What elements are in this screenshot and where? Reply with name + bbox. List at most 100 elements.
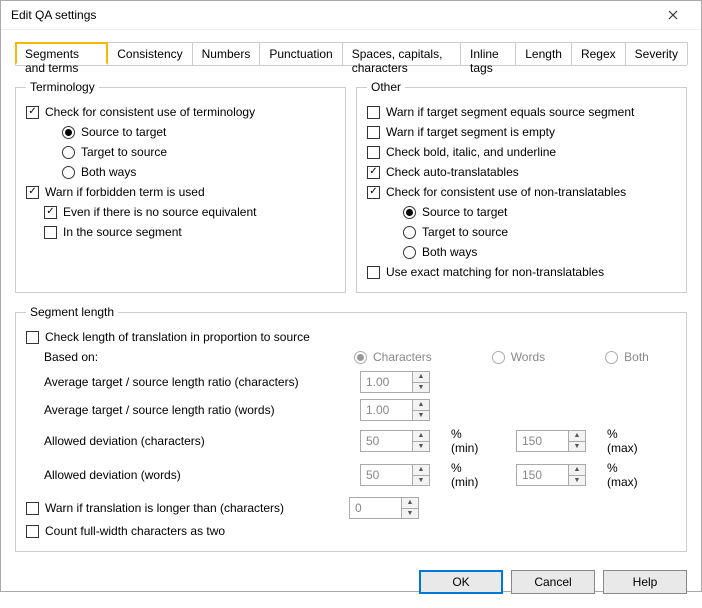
avg-ratio-chars-spinner[interactable]: ▲▼ xyxy=(360,371,445,393)
tab-inline-tags[interactable]: Inline tags xyxy=(460,42,516,65)
check-exact-matching-label: Use exact matching for non-translatables xyxy=(386,265,604,279)
titlebar: Edit QA settings xyxy=(1,1,701,30)
check-exact-matching[interactable] xyxy=(367,266,380,279)
allowed-dev-chars-label: Allowed deviation (characters) xyxy=(44,434,354,448)
spin-down-icon[interactable]: ▼ xyxy=(413,382,429,393)
check-auto-translatables-label: Check auto-translatables xyxy=(386,165,519,179)
check-warn-longer-label: Warn if translation is longer than (char… xyxy=(45,501,337,515)
terminology-group: Terminology ✓ Check for consistent use o… xyxy=(15,80,346,293)
check-consistent-terminology-label: Check for consistent use of terminology xyxy=(45,105,255,119)
dev-chars-max-spinner[interactable]: ▲▼ xyxy=(516,430,601,452)
dialog-content: Segments and terms Consistency Numbers P… xyxy=(1,30,701,562)
check-length-proportion[interactable] xyxy=(26,331,39,344)
spin-down-icon[interactable]: ▼ xyxy=(413,475,429,486)
radio-nt-target-source[interactable] xyxy=(403,226,416,239)
avg-ratio-words-label: Average target / source length ratio (wo… xyxy=(44,403,354,417)
segment-length-group: Segment length Check length of translati… xyxy=(15,305,687,552)
radio-term-target-source[interactable] xyxy=(62,146,75,159)
avg-ratio-words-input[interactable] xyxy=(360,399,412,421)
tab-numbers[interactable]: Numbers xyxy=(192,42,261,65)
tab-regex[interactable]: Regex xyxy=(571,42,626,65)
spin-down-icon[interactable]: ▼ xyxy=(402,508,418,519)
terminology-legend: Terminology xyxy=(26,80,99,94)
close-button[interactable] xyxy=(653,1,693,29)
based-on-label: Based on: xyxy=(44,350,354,364)
radio-nt-both-ways-label: Both ways xyxy=(422,245,477,259)
spin-up-icon[interactable]: ▲ xyxy=(413,465,429,475)
dev-words-min-input[interactable] xyxy=(360,464,412,486)
dialog-footer: OK Cancel Help xyxy=(1,562,701,608)
radio-term-source-target-label: Source to target xyxy=(81,125,166,139)
radio-term-both-ways[interactable] xyxy=(62,166,75,179)
spin-up-icon[interactable]: ▲ xyxy=(569,465,585,475)
radio-basedon-words-label: Words xyxy=(511,350,545,364)
radio-term-both-ways-label: Both ways xyxy=(81,165,136,179)
dev-chars-min-spinner[interactable]: ▲▼ xyxy=(360,430,445,452)
avg-ratio-chars-label: Average target / source length ratio (ch… xyxy=(44,375,354,389)
spin-down-icon[interactable]: ▼ xyxy=(569,441,585,452)
spin-up-icon[interactable]: ▲ xyxy=(413,400,429,410)
check-bold-italic-label: Check bold, italic, and underline xyxy=(386,145,556,159)
check-warn-forbidden[interactable]: ✓ xyxy=(26,186,39,199)
check-target-empty[interactable] xyxy=(367,126,380,139)
help-button[interactable]: Help xyxy=(603,570,687,594)
tab-consistency[interactable]: Consistency xyxy=(107,42,192,65)
check-auto-translatables[interactable]: ✓ xyxy=(367,166,380,179)
radio-term-target-source-label: Target to source xyxy=(81,145,167,159)
spin-up-icon[interactable]: ▲ xyxy=(402,498,418,508)
tab-spaces-capitals[interactable]: Spaces, capitals, characters xyxy=(342,42,461,65)
tab-length[interactable]: Length xyxy=(515,42,572,65)
radio-nt-source-target[interactable] xyxy=(403,206,416,219)
warn-longer-input[interactable] xyxy=(349,497,401,519)
check-nontranslatables[interactable]: ✓ xyxy=(367,186,380,199)
check-length-proportion-label: Check length of translation in proportio… xyxy=(45,330,310,344)
tab-severity[interactable]: Severity xyxy=(625,42,688,65)
radio-nt-both-ways[interactable] xyxy=(403,246,416,259)
check-in-source-segment[interactable] xyxy=(44,226,57,239)
ok-button[interactable]: OK xyxy=(419,570,503,594)
spin-up-icon[interactable]: ▲ xyxy=(413,431,429,441)
check-target-equals-source[interactable] xyxy=(367,106,380,119)
tab-punctuation[interactable]: Punctuation xyxy=(259,42,342,65)
check-bold-italic[interactable] xyxy=(367,146,380,159)
check-warn-longer[interactable] xyxy=(26,502,39,515)
check-even-no-source[interactable]: ✓ xyxy=(44,206,57,219)
check-warn-forbidden-label: Warn if forbidden term is used xyxy=(45,185,205,199)
radio-basedon-both-label: Both xyxy=(624,350,649,364)
check-consistent-terminology[interactable]: ✓ xyxy=(26,106,39,119)
radio-basedon-characters-label: Characters xyxy=(373,350,432,364)
radio-nt-target-source-label: Target to source xyxy=(422,225,508,239)
spin-down-icon[interactable]: ▼ xyxy=(569,475,585,486)
check-count-fullwidth[interactable] xyxy=(26,525,39,538)
window-title: Edit QA settings xyxy=(11,8,653,22)
dev-words-min-spinner[interactable]: ▲▼ xyxy=(360,464,445,486)
warn-longer-spinner[interactable]: ▲▼ xyxy=(349,497,419,519)
spin-down-icon[interactable]: ▼ xyxy=(413,410,429,421)
check-in-source-segment-label: In the source segment xyxy=(63,225,182,239)
dev-words-max-spinner[interactable]: ▲▼ xyxy=(516,464,601,486)
radio-basedon-both[interactable] xyxy=(605,351,618,364)
radio-basedon-characters[interactable] xyxy=(354,351,367,364)
spin-up-icon[interactable]: ▲ xyxy=(569,431,585,441)
avg-ratio-chars-input[interactable] xyxy=(360,371,412,393)
dev-chars-max-input[interactable] xyxy=(516,430,568,452)
pct-max-suffix-2: % (max) xyxy=(607,461,647,489)
radio-term-source-target[interactable] xyxy=(62,126,75,139)
check-count-fullwidth-label: Count full-width characters as two xyxy=(45,524,225,538)
avg-ratio-words-spinner[interactable]: ▲▼ xyxy=(360,399,445,421)
check-nontranslatables-label: Check for consistent use of non-translat… xyxy=(386,185,626,199)
other-group: Other Warn if target segment equals sour… xyxy=(356,80,687,293)
tab-bar: Segments and terms Consistency Numbers P… xyxy=(15,42,687,66)
spin-up-icon[interactable]: ▲ xyxy=(413,372,429,382)
tab-segments-terms[interactable]: Segments and terms xyxy=(15,42,108,65)
spin-down-icon[interactable]: ▼ xyxy=(413,441,429,452)
allowed-dev-words-label: Allowed deviation (words) xyxy=(44,468,354,482)
cancel-button[interactable]: Cancel xyxy=(511,570,595,594)
dev-chars-min-input[interactable] xyxy=(360,430,412,452)
pct-min-suffix-2: % (min) xyxy=(451,461,486,489)
pct-min-suffix: % (min) xyxy=(451,427,486,455)
check-even-no-source-label: Even if there is no source equivalent xyxy=(63,205,256,219)
radio-nt-source-target-label: Source to target xyxy=(422,205,507,219)
radio-basedon-words[interactable] xyxy=(492,351,505,364)
dev-words-max-input[interactable] xyxy=(516,464,568,486)
